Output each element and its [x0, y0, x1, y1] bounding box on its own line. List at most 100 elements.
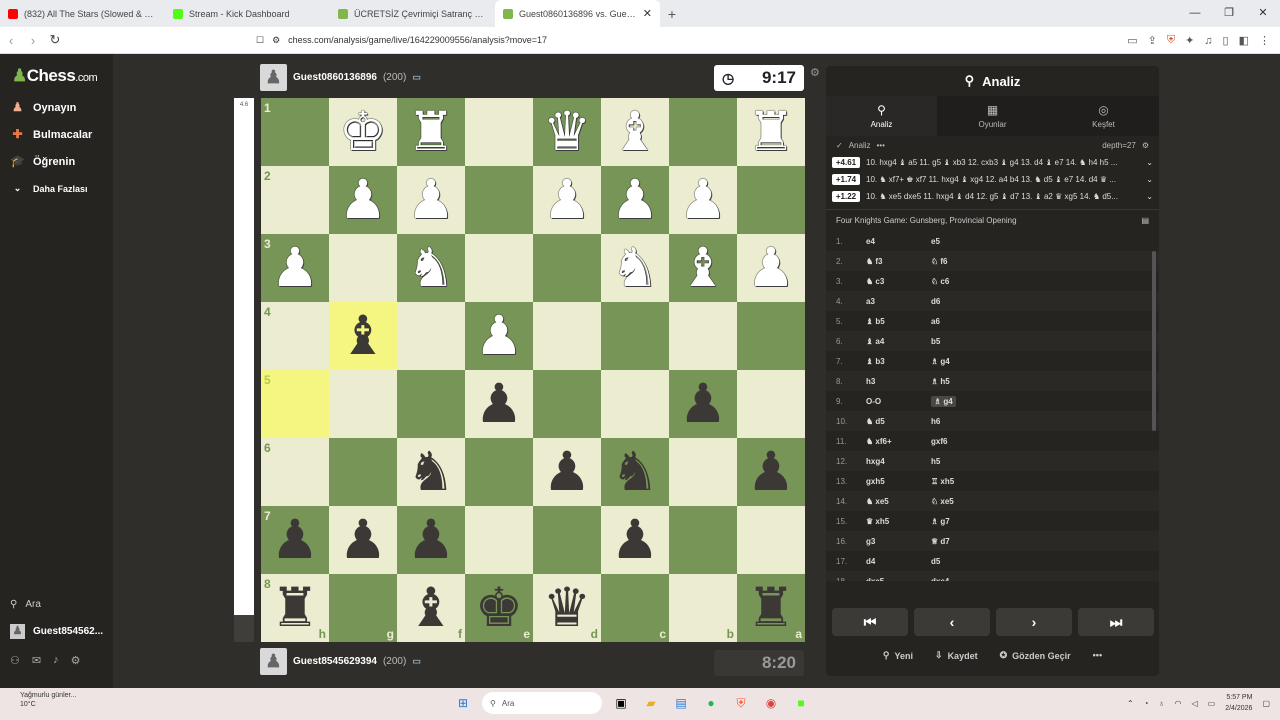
minimize-icon[interactable]: —: [1178, 0, 1212, 27]
black-move[interactable]: d5: [931, 557, 940, 566]
chess-board[interactable]: 1 ♚ ♜ ♛ ♝ ♜ 2 ♟ ♟ ♟ ♟ ♟ 3 ♟ ♞ ♞ ♝ ♟ 4 ♝ ♟ 5 ♟ ♟ 6 ♞ ♟ ♞ ♟ 7 ♟ ♟ ♟ ♟ 8 h ♜ g f ♝…: [261, 98, 805, 642]
square-d2[interactable]: ♟: [533, 166, 601, 234]
square-e2[interactable]: [465, 166, 533, 234]
player-name[interactable]: Guest8545629394: [293, 656, 377, 667]
square-a6[interactable]: ♟: [737, 438, 805, 506]
black-move[interactable]: ♗ h5: [931, 377, 950, 386]
white-move[interactable]: ♞ d5: [866, 417, 885, 426]
site-info-icon[interactable]: ⚙: [272, 35, 280, 46]
wallet-icon[interactable]: ◧: [1239, 34, 1249, 47]
action-star-button[interactable]: ✪ Gözden Geçir: [1000, 650, 1071, 661]
black-move[interactable]: gxf6: [931, 437, 947, 446]
black-piece[interactable]: ♝: [407, 581, 455, 635]
square-d3[interactable]: [533, 234, 601, 302]
white-move[interactable]: gxh5: [866, 477, 885, 486]
notification-icon[interactable]: ▢: [1262, 699, 1270, 708]
square-c6[interactable]: ♞: [601, 438, 669, 506]
black-piece[interactable]: ♟: [543, 445, 591, 499]
board-settings-icon[interactable]: ⚙: [810, 66, 820, 79]
black-piece[interactable]: ♟: [475, 377, 523, 431]
next-move-button[interactable]: ›: [996, 608, 1072, 636]
kick-icon[interactable]: ■: [790, 692, 812, 714]
square-g1[interactable]: ♚: [329, 98, 397, 166]
more-icon[interactable]: •••: [877, 141, 885, 150]
white-piece[interactable]: ♚: [339, 105, 387, 159]
action-search-button[interactable]: ⚲ Yeni: [883, 650, 913, 661]
sidebar-item-play[interactable]: ♟ Oynayın: [10, 100, 76, 115]
extension-icon[interactable]: ✦: [1185, 34, 1194, 47]
white-piece[interactable]: ♟: [475, 309, 523, 363]
square-g2[interactable]: ♟: [329, 166, 397, 234]
bookmark-icon[interactable]: ☐: [256, 35, 264, 46]
square-e4[interactable]: ♟: [465, 302, 533, 370]
chevron-down-icon[interactable]: ⌄: [1146, 192, 1153, 201]
square-e3[interactable]: [465, 234, 533, 302]
square-e7[interactable]: [465, 506, 533, 574]
black-piece[interactable]: ♟: [271, 513, 319, 567]
square-h8[interactable]: 8 h ♜: [261, 574, 329, 642]
tab-analysis[interactable]: ⚲ Analiz: [826, 96, 937, 136]
folder-icon[interactable]: ▰: [640, 692, 662, 714]
first-move-button[interactable]: ⏮: [832, 608, 908, 636]
black-piece[interactable]: ♛: [543, 581, 591, 635]
store-icon[interactable]: ▤: [670, 692, 692, 714]
white-piece[interactable]: ♜: [407, 105, 455, 159]
shield-icon[interactable]: ⛨: [1167, 34, 1175, 47]
black-piece[interactable]: ♝: [339, 309, 387, 363]
mail-icon[interactable]: ✉: [32, 654, 41, 667]
square-d1[interactable]: ♛: [533, 98, 601, 166]
more-icon[interactable]: •••: [1093, 650, 1102, 661]
square-a1[interactable]: ♜: [737, 98, 805, 166]
white-move[interactable]: g3: [866, 537, 875, 546]
white-piece[interactable]: ♟: [679, 173, 727, 227]
clock[interactable]: 5:57 PM 2/4/2026: [1225, 692, 1252, 714]
brave-icon[interactable]: ⛨: [730, 692, 752, 714]
black-move[interactable]: ♘ c6: [931, 277, 949, 286]
white-piece[interactable]: ♟: [747, 241, 795, 295]
black-piece[interactable]: ♟: [747, 445, 795, 499]
square-g3[interactable]: [329, 234, 397, 302]
white-piece[interactable]: ♞: [611, 241, 659, 295]
menu-icon[interactable]: ⋮: [1259, 34, 1270, 47]
book-icon[interactable]: ▤: [1141, 216, 1149, 225]
square-a3[interactable]: ♟: [737, 234, 805, 302]
black-piece[interactable]: ♟: [339, 513, 387, 567]
avatar[interactable]: ♟: [260, 64, 287, 91]
engine-toggle[interactable]: ✓: [836, 141, 843, 150]
white-move[interactable]: ♞ f3: [866, 257, 883, 266]
square-c1[interactable]: ♝: [601, 98, 669, 166]
square-b6[interactable]: [669, 438, 737, 506]
forward-icon[interactable]: ›: [22, 33, 44, 48]
black-move[interactable]: d6: [931, 297, 940, 306]
black-move[interactable]: ♕ d7: [931, 537, 950, 546]
square-b2[interactable]: ♟: [669, 166, 737, 234]
square-f3[interactable]: ♞: [397, 234, 465, 302]
browser-tab[interactable]: Guest0860136896 vs. Guest854 ✕: [495, 0, 660, 27]
black-move[interactable]: ♘ xe5: [931, 497, 954, 506]
battery-icon[interactable]: ▭: [1208, 699, 1216, 708]
engine-settings-icon[interactable]: ⚙: [1142, 141, 1149, 150]
square-f1[interactable]: ♜: [397, 98, 465, 166]
square-h5[interactable]: 5: [261, 370, 329, 438]
square-a2[interactable]: [737, 166, 805, 234]
back-icon[interactable]: ‹: [0, 33, 22, 48]
square-f2[interactable]: ♟: [397, 166, 465, 234]
square-d7[interactable]: [533, 506, 601, 574]
sidebar-item-learn[interactable]: 🎓 Öğrenin: [10, 154, 75, 169]
volume-icon[interactable]: ◁: [1191, 699, 1197, 708]
sidebar-toggle-icon[interactable]: ▯: [1223, 34, 1229, 47]
white-move[interactable]: ♝ a4: [866, 337, 884, 346]
square-e1[interactable]: [465, 98, 533, 166]
square-c8[interactable]: c: [601, 574, 669, 642]
white-piece[interactable]: ♟: [271, 241, 319, 295]
spotify-icon[interactable]: ●: [700, 692, 722, 714]
black-move[interactable]: ♗ g4: [931, 357, 950, 366]
square-b5[interactable]: ♟: [669, 370, 737, 438]
friends-icon[interactable]: ⚇: [10, 654, 20, 667]
square-h4[interactable]: 4: [261, 302, 329, 370]
tab-explore[interactable]: ◎ Keşfet: [1048, 96, 1159, 136]
black-move[interactable]: ♖ xh5: [931, 477, 954, 486]
new-tab-icon[interactable]: +: [660, 6, 684, 22]
engine-line[interactable]: +1.74 10. ♞ xf7+ ♚ xf7 11. hxg4 ♝ xg4 12.…: [826, 171, 1159, 188]
white-piece[interactable]: ♟: [407, 173, 455, 227]
